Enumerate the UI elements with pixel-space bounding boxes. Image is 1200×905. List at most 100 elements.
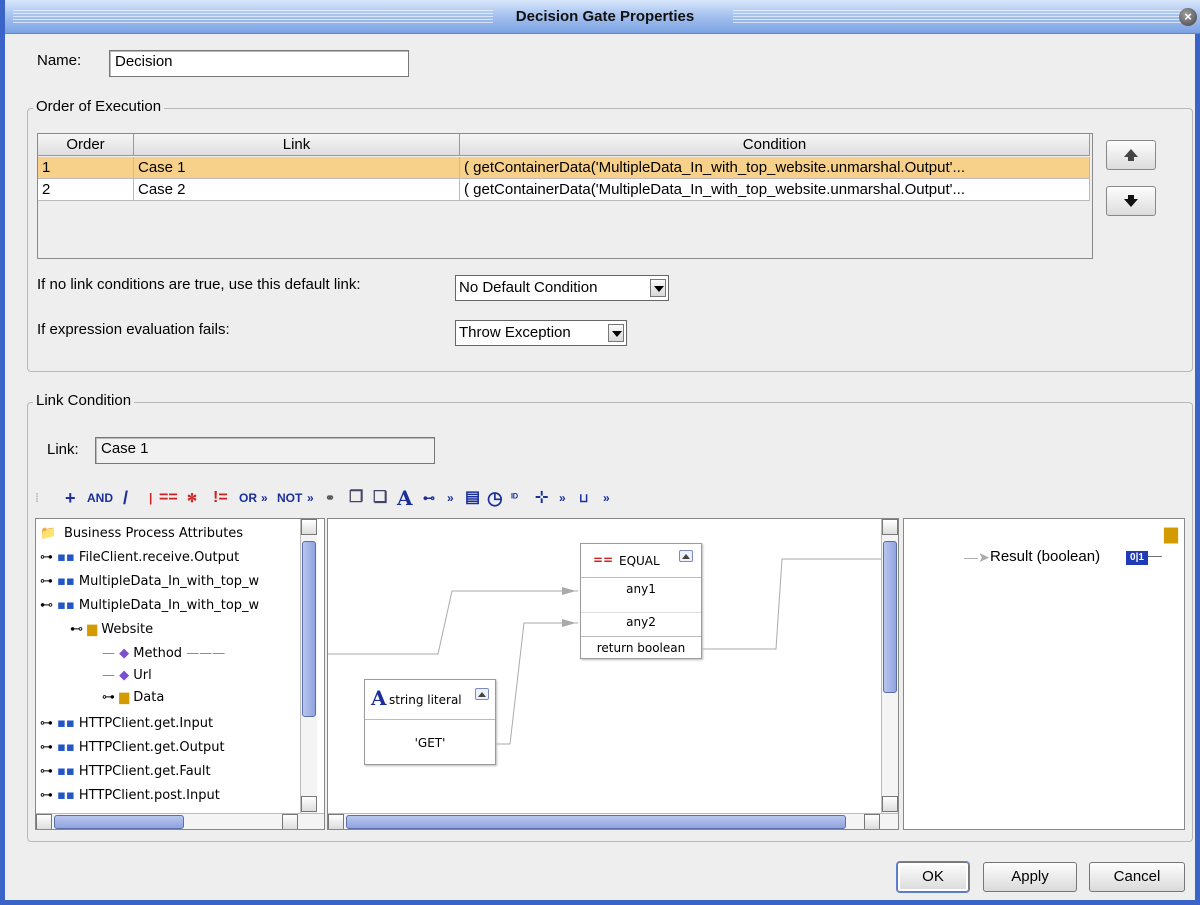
close-icon[interactable]: × [1179, 8, 1197, 26]
scroll-thumb[interactable] [346, 815, 846, 829]
condition-cell[interactable]: ( getContainerData('MultipleData_In_with… [460, 179, 1090, 201]
ok-button[interactable]: OK [896, 861, 970, 893]
canvas-horizontal-scrollbar[interactable] [328, 813, 898, 829]
scroll-left-button[interactable] [36, 814, 52, 829]
add-icon[interactable]: + [65, 486, 76, 510]
scroll-down-button[interactable] [882, 796, 898, 812]
scroll-right-button[interactable] [282, 814, 298, 829]
expand-icon[interactable]: ⊶ [40, 764, 53, 779]
tree-item[interactable]: ⊶ ▪▪ HTTPClient.post.Input [40, 785, 220, 807]
tree-vertical-scrollbar[interactable] [300, 519, 317, 813]
string-literal-header[interactable]: A string literal [365, 680, 495, 720]
tree-item-url[interactable]: — ◆ Url [102, 665, 152, 687]
tree-item[interactable]: ⊶ ▪▪ HTTPClient.get.Input [40, 713, 213, 735]
collapse-icon[interactable] [679, 550, 693, 562]
tree-item[interactable]: ⊶ ▪▪ FileClient.receive.Output [40, 547, 239, 569]
string-literal-node[interactable]: A string literal 'GET' [364, 679, 496, 765]
concat-icon[interactable]: ⊔ [579, 486, 588, 510]
column-header-link[interactable]: Link [134, 134, 460, 156]
apply-button[interactable]: Apply [983, 862, 1077, 892]
arrow-down-icon [1124, 195, 1138, 207]
name-field[interactable]: Decision [109, 50, 409, 77]
or-button[interactable]: OR [239, 486, 257, 510]
tree-item[interactable]: ⊶ ▪▪ HTTPClient.get.Output [40, 737, 225, 759]
tree-item-method[interactable]: — ◆ Method ——— [102, 643, 225, 665]
and-button[interactable]: AND [87, 486, 113, 510]
chevron-down-icon[interactable] [650, 279, 666, 297]
cancel-button[interactable]: Cancel [1089, 862, 1185, 892]
string-literal-icon[interactable]: A [397, 486, 413, 510]
scroll-thumb[interactable] [54, 815, 184, 829]
more-button[interactable]: » [603, 486, 610, 510]
tree-item[interactable]: ⊶ ▪▪ HTTPClient.get.Fault [40, 761, 211, 783]
folder-icon[interactable]: ▆ [1164, 523, 1178, 544]
not-equal-icon[interactable]: != [213, 486, 228, 510]
more-button[interactable]: » [261, 486, 268, 510]
eval-fail-label: If expression evaluation fails: [37, 321, 230, 338]
more-button[interactable]: » [559, 486, 566, 510]
tree-item[interactable]: ⊶ ▪▪ MultipleData_In_with_top_w [40, 571, 259, 593]
scroll-right-button[interactable] [864, 814, 880, 829]
calendar-icon[interactable]: ▤ [465, 486, 480, 510]
column-header-order[interactable]: Order [38, 134, 134, 156]
connector-icon[interactable]: ⚭ [325, 486, 335, 510]
tree-item-data[interactable]: ⊶ ▆ Data [102, 687, 164, 709]
expand-icon[interactable]: ⊶ [40, 788, 53, 803]
tree-root[interactable]: 📁 Business Process Attributes [40, 523, 243, 545]
multiply-icon[interactable]: ✻ [187, 486, 197, 510]
expand-icon[interactable]: ⊶ [40, 740, 53, 755]
scroll-down-button[interactable] [301, 796, 317, 812]
table-row[interactable]: 1 Case 1 ( getContainerData('MultipleDat… [38, 157, 1090, 179]
collapse-icon[interactable] [475, 688, 489, 700]
paste-icon[interactable]: ❏ [373, 486, 387, 510]
collapse-icon[interactable]: ⊷ [70, 622, 83, 637]
copy-icon[interactable]: ❐ [349, 486, 363, 510]
id-icon[interactable]: ᴵᴰ [511, 486, 518, 510]
scroll-up-button[interactable] [882, 519, 898, 535]
expand-icon[interactable]: ⊶ [102, 690, 115, 705]
port-any1[interactable]: any1 [581, 582, 701, 596]
expand-icon[interactable]: ⊶ [40, 716, 53, 731]
not-button[interactable]: NOT [277, 486, 302, 510]
collapse-icon[interactable]: ⊷ [40, 598, 53, 613]
scroll-up-button[interactable] [301, 519, 317, 535]
string-literal-value[interactable]: 'GET' [365, 736, 495, 750]
order-cell[interactable]: 2 [38, 179, 134, 201]
expand-icon[interactable]: ⊶ [40, 550, 53, 565]
more-button[interactable]: » [307, 486, 314, 510]
condition-cell[interactable]: ( getContainerData('MultipleData_In_with… [460, 157, 1090, 179]
more-button[interactable]: » [447, 486, 454, 510]
move-down-button[interactable] [1106, 186, 1156, 216]
tree-item-website[interactable]: ⊷ ▆ Website [70, 619, 153, 641]
port-return-boolean[interactable]: return boolean [581, 636, 701, 660]
mapping-canvas[interactable]: == EQUAL any1 any2 return boolean A stri… [327, 518, 899, 830]
chevron-down-icon[interactable] [608, 324, 624, 342]
split-icon[interactable]: ⊹ [535, 486, 548, 510]
link-cell[interactable]: Case 1 [134, 157, 460, 179]
equal-node[interactable]: == EQUAL any1 any2 return boolean [580, 543, 702, 659]
equal-node-header[interactable]: == EQUAL [581, 544, 701, 578]
link-cell[interactable]: Case 2 [134, 179, 460, 201]
tree-item[interactable]: ⊷ ▪▪ MultipleData_In_with_top_w [40, 595, 259, 617]
default-link-value: No Default Condition [459, 279, 598, 296]
order-cell[interactable]: 1 [38, 157, 134, 179]
equal-icon[interactable]: == [159, 486, 178, 510]
column-header-condition[interactable]: Condition [460, 134, 1090, 156]
scroll-thumb[interactable] [883, 541, 897, 693]
title-bar[interactable]: Decision Gate Properties × [5, 0, 1200, 34]
divide-icon[interactable]: / [123, 486, 128, 510]
link-field[interactable]: Case 1 [95, 437, 435, 464]
tree-horizontal-scrollbar[interactable] [36, 813, 324, 829]
canvas-vertical-scrollbar[interactable] [881, 519, 898, 813]
eval-fail-select[interactable]: Throw Exception [455, 320, 627, 346]
expand-icon[interactable]: ⊶ [40, 574, 53, 589]
clock-icon[interactable]: ◷ [487, 486, 503, 510]
link-icon[interactable]: ⊷ [423, 486, 435, 510]
port-any2[interactable]: any2 [581, 612, 701, 629]
scroll-thumb[interactable] [302, 541, 316, 717]
table-row[interactable]: 2 Case 2 ( getContainerData('MultipleDat… [38, 179, 1090, 201]
expression-toolbar: ⁞ + AND / | == ✻ != OR » NOT » ⚭ ❐ ❏ A ⊷… [35, 486, 835, 510]
scroll-left-button[interactable] [328, 814, 344, 829]
default-link-select[interactable]: No Default Condition [455, 275, 669, 301]
move-up-button[interactable] [1106, 140, 1156, 170]
